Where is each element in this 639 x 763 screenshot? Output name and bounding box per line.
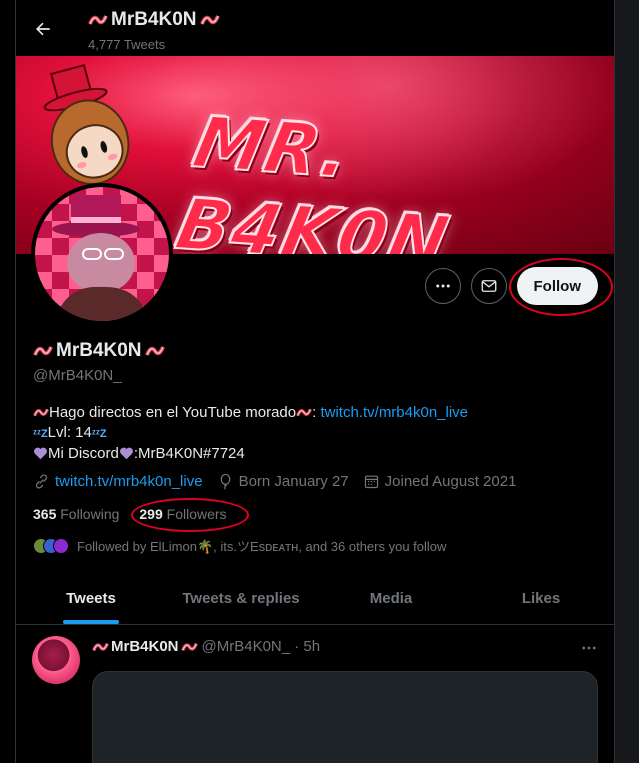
zzz-icon: ᶻᶻZ <box>33 428 48 440</box>
profile-avatar[interactable] <box>31 183 173 325</box>
tweet-author[interactable]: MrB4K0N <box>92 638 198 655</box>
following-count: 365 <box>33 506 57 522</box>
followed-by-text: Followed by ElLimon🌴, its.ツEsᴅᴇᴀᴛʜ, and … <box>77 539 447 554</box>
followed-by-row[interactable]: Followed by ElLimon🌴, its.ツEsᴅᴇᴀᴛʜ, and … <box>33 536 446 555</box>
bio-line-3: Mi Discord :MrB4K0N#7724 <box>33 444 593 464</box>
bio-line-1-text: Hago directos en el YouTube morado <box>49 404 297 421</box>
back-button[interactable] <box>28 14 58 44</box>
more-icon <box>435 284 450 288</box>
following-label: Following <box>60 506 120 522</box>
tweet-media[interactable] <box>92 671 598 763</box>
bio-twitch-link[interactable]: twitch.tv/mrb4k0n_live <box>320 404 468 421</box>
bacon-icon <box>180 642 198 651</box>
profile-name: MrB4K0N <box>33 340 165 362</box>
following-stat[interactable]: 365 Following <box>33 506 119 522</box>
back-arrow-icon <box>36 22 50 36</box>
follower-avatar <box>53 537 69 554</box>
joined-item: Joined August 2021 <box>363 473 517 490</box>
tab-tweets-replies[interactable]: Tweets & replies <box>166 573 316 624</box>
message-button[interactable] <box>470 268 507 304</box>
website-item: twitch.tv/mrb4k0n_live <box>33 473 203 490</box>
link-icon <box>35 474 48 489</box>
more-button[interactable] <box>424 268 461 304</box>
tab-media[interactable]: Media <box>316 573 466 624</box>
bacon-icon <box>144 346 165 356</box>
bacon-icon <box>88 15 108 25</box>
follower-avatars <box>33 537 69 554</box>
tab-likes[interactable]: Likes <box>466 573 614 624</box>
followers-label: Followers <box>166 506 227 522</box>
bio-line-1-separator: : <box>312 404 317 421</box>
tweet[interactable]: MrB4K0N @MrB4K0N_ · 5h <box>16 626 614 763</box>
bio-line-3-text-1: Mi Discord <box>48 445 119 462</box>
profile-handle: @MrB4K0N_ <box>33 367 122 384</box>
bacon-icon <box>92 642 109 651</box>
avatar-character <box>52 195 149 321</box>
joined-text: Joined August 2021 <box>384 473 517 490</box>
header-name: MrB4K0N <box>88 9 220 31</box>
zzz-icon: ᶻᶻZ <box>91 428 107 440</box>
website-link[interactable]: twitch.tv/mrb4k0n_live <box>55 473 203 490</box>
more-icon <box>582 646 596 650</box>
birthday-item: Born January 27 <box>217 473 349 490</box>
followers-count: 299 <box>139 506 163 522</box>
tweet-handle-time: @MrB4K0N_ · 5h <box>201 638 321 655</box>
tweet-header: MrB4K0N @MrB4K0N_ · 5h <box>92 638 320 655</box>
avatar-image <box>35 187 169 321</box>
follow-button[interactable]: Follow <box>516 267 598 305</box>
profile-stats: 365 Following 299 Followers <box>33 506 227 522</box>
page-margin-right <box>615 0 639 763</box>
mail-icon <box>481 280 496 292</box>
header-tweet-count: 4,777 Tweets <box>88 37 166 52</box>
birthday-text: Born January 27 <box>238 473 349 490</box>
bacon-icon <box>199 15 220 25</box>
followers-stat[interactable]: 299 Followers <box>139 506 226 522</box>
bacon-icon <box>296 408 313 417</box>
purple-heart-icon <box>119 447 133 460</box>
bacon-icon <box>33 408 49 417</box>
profile-name-text: MrB4K0N <box>56 340 142 361</box>
profile-actions: Follow <box>424 264 615 308</box>
page-margin-left <box>0 0 15 763</box>
profile-tabs: Tweets Tweets & replies Media Likes <box>16 573 614 625</box>
profile-bio: Hago directos en el YouTube morado: twit… <box>33 403 593 464</box>
tab-tweets[interactable]: Tweets <box>16 573 166 624</box>
profile-column: MrB4K0N 4,777 Tweets MR. B4K0N Follow Mr… <box>15 0 615 763</box>
tweet-author-name: MrB4K0N <box>111 638 179 655</box>
purple-heart-icon <box>34 447 47 460</box>
bacon-icon <box>33 346 53 356</box>
profile-meta: twitch.tv/mrb4k0n_live Born January 27 J… <box>33 473 516 490</box>
tweet-avatar[interactable] <box>32 636 80 684</box>
bio-line-2-text: Lvl: 14 <box>47 424 92 441</box>
balloon-icon <box>220 473 230 490</box>
bio-line-3-text-2: :MrB4K0N#7724 <box>133 445 245 462</box>
bio-line-1: Hago directos en el YouTube morado: twit… <box>33 403 593 423</box>
calendar-icon <box>364 475 378 489</box>
header-name-text: MrB4K0N <box>111 9 197 30</box>
bio-line-2: ᶻᶻZLvl: 14ᶻᶻZ <box>33 423 593 444</box>
tweet-more-button[interactable] <box>574 636 604 660</box>
top-bar: MrB4K0N 4,777 Tweets <box>16 0 614 56</box>
